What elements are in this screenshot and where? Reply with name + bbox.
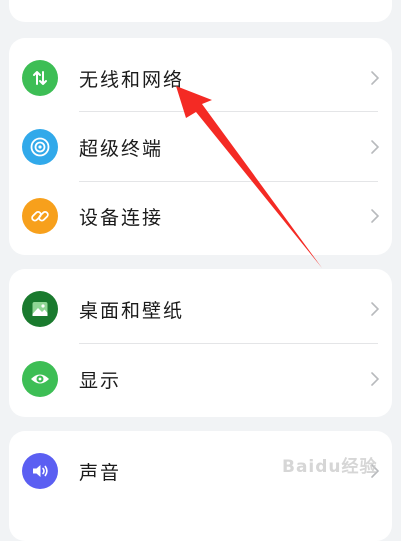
network-arrows-icon [22,60,58,96]
settings-group-sound: 声音 [9,431,392,541]
chevron-right-icon [371,71,380,85]
watermark: Baidu经验 [282,457,378,477]
settings-group-connectivity: 无线和网络 超级终端 设备连接 [9,38,392,255]
settings-item-super-device[interactable]: 超级终端 [9,112,392,182]
settings-item-label: 桌面和壁纸 [79,300,185,322]
link-icon [22,198,58,234]
settings-item-home-wallpaper[interactable]: 桌面和壁纸 [9,274,392,344]
settings-item-label: 超级终端 [79,138,164,160]
wallpaper-icon [22,291,58,327]
settings-item-display[interactable]: 显示 [9,344,392,414]
settings-group-display: 桌面和壁纸 显示 [9,269,392,417]
super-device-icon [22,129,58,165]
speaker-icon [22,453,58,489]
settings-item-label: 设备连接 [79,207,164,229]
chevron-right-icon [371,140,380,154]
chevron-right-icon [371,209,380,223]
chevron-right-icon [371,372,380,386]
previous-settings-card [9,0,392,22]
settings-item-label: 显示 [79,370,122,392]
settings-item-label: 声音 [79,462,122,484]
settings-item-device-connection[interactable]: 设备连接 [9,181,392,251]
settings-item-wireless-network[interactable]: 无线和网络 [9,43,392,113]
eye-icon [22,361,58,397]
chevron-right-icon [371,302,380,316]
settings-item-label: 无线和网络 [79,69,185,91]
